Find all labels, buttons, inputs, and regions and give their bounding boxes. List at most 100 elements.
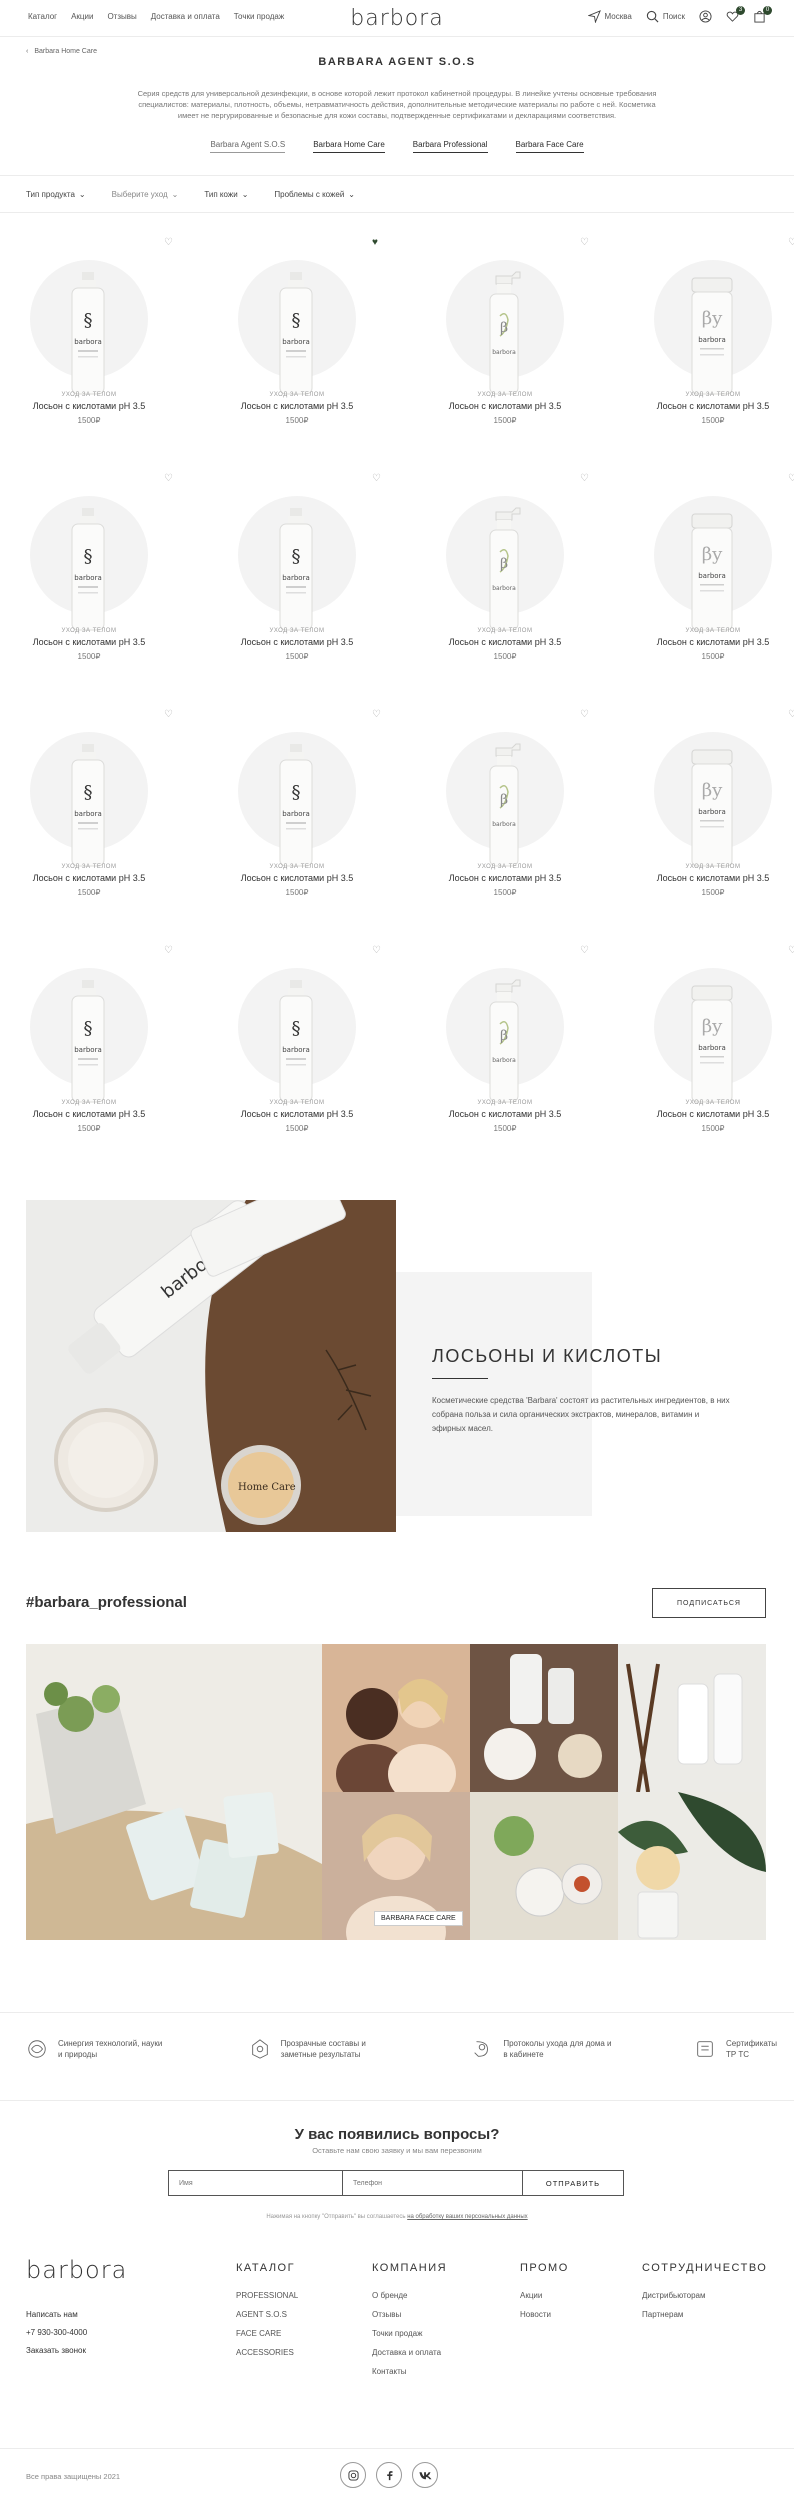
- product-name[interactable]: Лосьон с кислотами pH 3.5: [633, 637, 793, 647]
- product-card[interactable]: § barbora ♥ уход за телом Лосьон с кислотами…: [238, 238, 398, 438]
- tab-home-care[interactable]: Barbara Home Care: [313, 140, 385, 153]
- product-name[interactable]: Лосьон с кислотами pH 3.5: [9, 637, 169, 647]
- product-card[interactable]: β barbora ♡ уход за телом Лосьон с кислотами…: [446, 710, 606, 910]
- cart-button[interactable]: 0: [753, 6, 772, 23]
- footer-link[interactable]: Доставка и оплата: [372, 2343, 447, 2362]
- submit-button[interactable]: ОТПРАВИТЬ: [523, 2171, 623, 2195]
- filter-skin-problems[interactable]: Проблемы с кожей ⌄: [274, 190, 355, 199]
- footer-logo[interactable]: barbora: [26, 2256, 127, 2284]
- favorite-heart-icon[interactable]: ♡: [580, 474, 590, 484]
- product-name[interactable]: Лосьон с кислотами pH 3.5: [425, 873, 585, 883]
- favorite-heart-icon[interactable]: ♡: [788, 946, 794, 956]
- tab-face-care[interactable]: Barbara Face Care: [515, 140, 584, 153]
- footer-link[interactable]: Контакты: [372, 2362, 447, 2381]
- facebook-icon[interactable]: [376, 2462, 402, 2488]
- footer-link[interactable]: AGENT S.O.S: [236, 2305, 298, 2324]
- product-image-bg: § barbora: [238, 732, 356, 867]
- favorite-heart-icon[interactable]: ♡: [580, 238, 590, 248]
- product-name[interactable]: Лосьон с кислотами pH 3.5: [9, 401, 169, 411]
- product-card[interactable]: § barbora ♡ уход за телом Лосьон с кислотами…: [238, 710, 398, 910]
- product-name[interactable]: Лосьон с кислотами pH 3.5: [217, 873, 377, 883]
- footer-link[interactable]: ACCESSORIES: [236, 2343, 298, 2362]
- tab-professional[interactable]: Barbara Professional: [412, 140, 488, 153]
- filter-skin-type[interactable]: Тип кожи ⌄: [204, 190, 248, 199]
- gallery-tile[interactable]: BARBARA FACE CARE: [322, 1792, 470, 1940]
- footer-link[interactable]: О бренде: [372, 2286, 447, 2305]
- product-name[interactable]: Лосьон с кислотами pH 3.5: [425, 401, 585, 411]
- breadcrumb[interactable]: ‹ Barbara Home Care: [26, 48, 97, 55]
- name-input[interactable]: [169, 2171, 343, 2195]
- favorite-heart-icon[interactable]: ♡: [372, 946, 382, 956]
- favorite-heart-icon[interactable]: ♡: [372, 710, 382, 720]
- gallery-tag[interactable]: BARBARA FACE CARE: [374, 1911, 463, 1926]
- vk-icon[interactable]: [412, 2462, 438, 2488]
- instagram-icon[interactable]: [340, 2462, 366, 2488]
- gallery-tile[interactable]: [470, 1644, 618, 1792]
- favorite-heart-icon[interactable]: ♡: [788, 710, 794, 720]
- product-category: уход за телом: [269, 864, 325, 870]
- product-card[interactable]: βy barbora ♡ уход за телом Лосьон с кислотам…: [654, 238, 794, 438]
- product-image-bg: § barbora: [238, 968, 356, 1103]
- gallery-tile[interactable]: [618, 1792, 766, 1940]
- product-card[interactable]: § barbora ♡ уход за телом Лосьон с кислотами…: [30, 238, 190, 438]
- gallery-tile[interactable]: [26, 1644, 322, 1940]
- gallery-tile[interactable]: [470, 1792, 618, 1940]
- footer-link[interactable]: Точки продаж: [372, 2324, 447, 2343]
- footer-link[interactable]: Отзывы: [372, 2305, 447, 2324]
- filter-care[interactable]: Выберите уход ⌄: [112, 190, 179, 199]
- filter-product-type[interactable]: Тип продукта ⌄: [26, 190, 86, 199]
- product-card[interactable]: § barbora ♡ уход за телом Лосьон с кислотами…: [30, 946, 190, 1146]
- footer-link[interactable]: PROFESSIONAL: [236, 2286, 298, 2305]
- cart-count: 0: [763, 6, 772, 15]
- favorite-heart-icon[interactable]: ♡: [580, 710, 590, 720]
- product-name[interactable]: Лосьон с кислотами pH 3.5: [217, 637, 377, 647]
- product-card[interactable]: βy barbora ♡ уход за телом Лосьон с кислотам…: [654, 710, 794, 910]
- product-card[interactable]: βy barbora ♡ уход за телом Лосьон с кислотам…: [654, 474, 794, 674]
- favorite-heart-icon[interactable]: ♡: [788, 474, 794, 484]
- product-name[interactable]: Лосьон с кислотами pH 3.5: [217, 401, 377, 411]
- favorite-heart-icon[interactable]: ♡: [788, 238, 794, 248]
- product-name[interactable]: Лосьон с кислотами pH 3.5: [9, 873, 169, 883]
- product-card[interactable]: § barbora ♡ уход за телом Лосьон с кислотами…: [238, 474, 398, 674]
- favorite-heart-icon[interactable]: ♡: [372, 474, 382, 484]
- favorite-heart-icon[interactable]: ♡: [164, 238, 174, 248]
- favorite-heart-icon[interactable]: ♥: [372, 238, 382, 248]
- favorite-heart-icon[interactable]: ♡: [164, 710, 174, 720]
- product-name[interactable]: Лосьон с кислотами pH 3.5: [633, 1109, 793, 1119]
- breadcrumb-link[interactable]: Barbara Home Care: [34, 48, 97, 55]
- write-us-link[interactable]: Написать нам: [26, 2306, 87, 2324]
- gallery-tile[interactable]: [322, 1644, 470, 1792]
- footer-link[interactable]: Новости: [520, 2305, 569, 2324]
- favorite-heart-icon[interactable]: ♡: [164, 946, 174, 956]
- subscribe-button[interactable]: ПОДПИСАТЬСЯ: [652, 1588, 766, 1618]
- product-name[interactable]: Лосьон с кислотами pH 3.5: [425, 637, 585, 647]
- product-card[interactable]: β barbora ♡ уход за телом Лосьон с кислотами…: [446, 238, 606, 438]
- product-name[interactable]: Лосьон с кислотами pH 3.5: [633, 873, 793, 883]
- product-card[interactable]: β barbora ♡ уход за телом Лосьон с кислотами…: [446, 946, 606, 1146]
- product-card[interactable]: § barbora ♡ уход за телом Лосьон с кислотами…: [238, 946, 398, 1146]
- product-name[interactable]: Лосьон с кислотами pH 3.5: [9, 1109, 169, 1119]
- footer-link[interactable]: Акции: [520, 2286, 569, 2305]
- product-card[interactable]: § barbora ♡ уход за телом Лосьон с кислотами…: [30, 710, 190, 910]
- footer-link[interactable]: Дистрибьюторам: [642, 2286, 767, 2305]
- user-icon[interactable]: [699, 10, 712, 23]
- product-name[interactable]: Лосьон с кислотами pH 3.5: [425, 1109, 585, 1119]
- phone-input[interactable]: [343, 2171, 523, 2195]
- favorites-button[interactable]: 3: [726, 6, 745, 23]
- city-selector[interactable]: Москва: [587, 10, 632, 23]
- footer-link[interactable]: Партнерам: [642, 2305, 767, 2324]
- favorite-heart-icon[interactable]: ♡: [164, 474, 174, 484]
- product-name[interactable]: Лосьон с кислотами pH 3.5: [633, 401, 793, 411]
- gallery-tile[interactable]: [618, 1644, 766, 1792]
- product-card[interactable]: § barbora ♡ уход за телом Лосьон с кислотами…: [30, 474, 190, 674]
- product-card[interactable]: β barbora ♡ уход за телом Лосьон с кислотами…: [446, 474, 606, 674]
- footer-link[interactable]: FACE CARE: [236, 2324, 298, 2343]
- callback-link[interactable]: Заказать звонок: [26, 2342, 87, 2360]
- privacy-link[interactable]: на обработку ваших персональных данных: [407, 2214, 527, 2220]
- tab-agent-sos[interactable]: Barbara Agent S.O.S: [210, 140, 286, 153]
- product-card[interactable]: βy barbora ♡ уход за телом Лосьон с кислотам…: [654, 946, 794, 1146]
- favorite-heart-icon[interactable]: ♡: [580, 946, 590, 956]
- search-button[interactable]: Поиск: [646, 10, 685, 23]
- product-name[interactable]: Лосьон с кислотами pH 3.5: [217, 1109, 377, 1119]
- phone-link[interactable]: +7 930-300-4000: [26, 2324, 87, 2342]
